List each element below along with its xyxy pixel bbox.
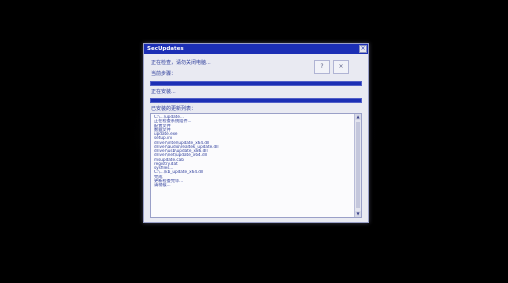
list-label: 已安装的更新列表： — [151, 106, 197, 112]
list-item[interactable]: 请稍候... — [154, 183, 350, 187]
cancel-button[interactable]: × — [333, 60, 349, 74]
vertical-scrollbar[interactable]: ▲ ▼ — [354, 114, 361, 217]
dialog-title: SecUpdates — [147, 46, 184, 52]
status-line-3: 正在安装... — [151, 89, 176, 95]
close-icon: × — [360, 45, 366, 52]
progress-bar-1 — [150, 81, 362, 86]
help-button[interactable]: ? — [314, 60, 330, 74]
close-button[interactable]: × — [359, 45, 367, 53]
screen: SecUpdates × 正在检查，请勿关闭电脑... 当前步骤： ? × 正在… — [0, 0, 508, 283]
list-items: C:\...\update... 正在检查系统组件... 配置文件 数据文件 updat… — [154, 115, 350, 187]
update-listbox[interactable]: C:\...\update... 正在检查系统组件... 配置文件 数据文件 updat… — [150, 113, 362, 218]
dialog-titlebar[interactable]: SecUpdates × — [144, 44, 368, 54]
status-line-2: 当前步骤： — [151, 71, 177, 77]
update-dialog: SecUpdates × 正在检查，请勿关闭电脑... 当前步骤： ? × 正在… — [143, 43, 369, 223]
scroll-thumb[interactable] — [356, 122, 360, 208]
chevron-down-icon[interactable]: ▼ — [355, 211, 361, 217]
status-line-1: 正在检查，请勿关闭电脑... — [151, 60, 211, 66]
progress-bar-2 — [150, 98, 362, 103]
chevron-up-icon[interactable]: ▲ — [355, 114, 361, 120]
